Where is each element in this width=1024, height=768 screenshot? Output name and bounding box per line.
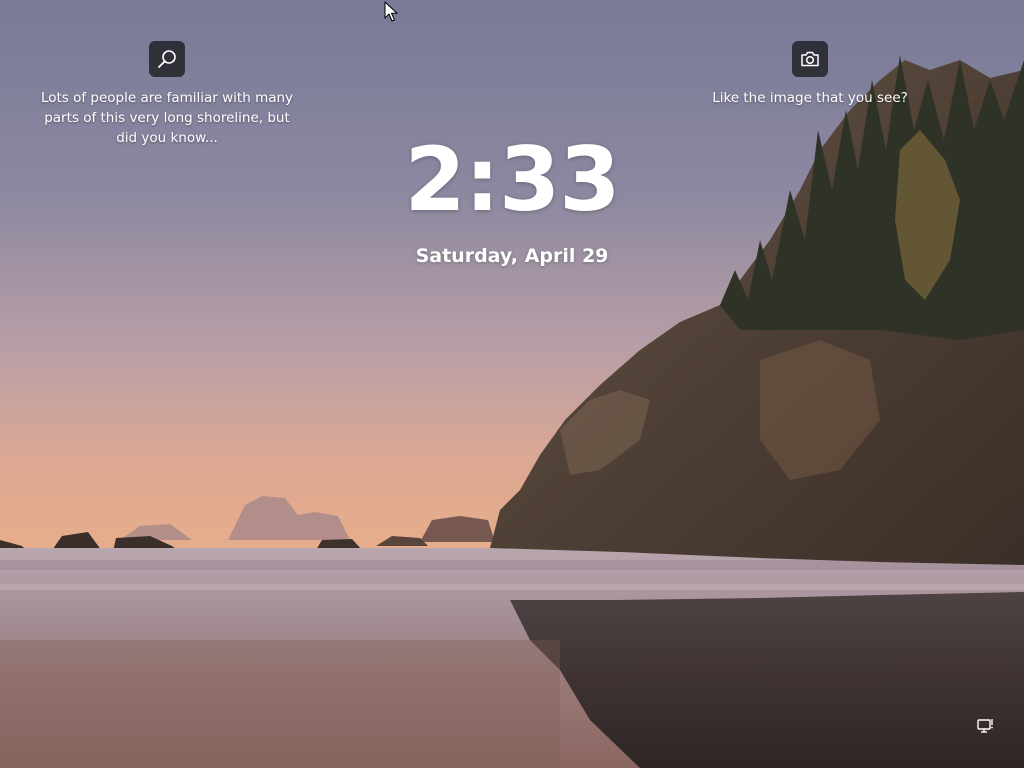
- search-icon: [158, 50, 176, 68]
- like-image-button[interactable]: [792, 41, 828, 77]
- lock-screen-date: Saturday, April 29: [415, 245, 609, 267]
- network-status-button[interactable]: [976, 716, 996, 736]
- lock-screen-clock: 2:33: [404, 128, 621, 231]
- mouse-cursor-icon: [384, 1, 398, 22]
- like-image-text[interactable]: Like the image that you see?: [700, 88, 920, 108]
- learn-more-text[interactable]: Lots of people are familiar with many pa…: [40, 88, 294, 148]
- network-icon: [977, 719, 993, 733]
- camera-icon: [801, 51, 819, 67]
- learn-more-button[interactable]: [149, 41, 185, 77]
